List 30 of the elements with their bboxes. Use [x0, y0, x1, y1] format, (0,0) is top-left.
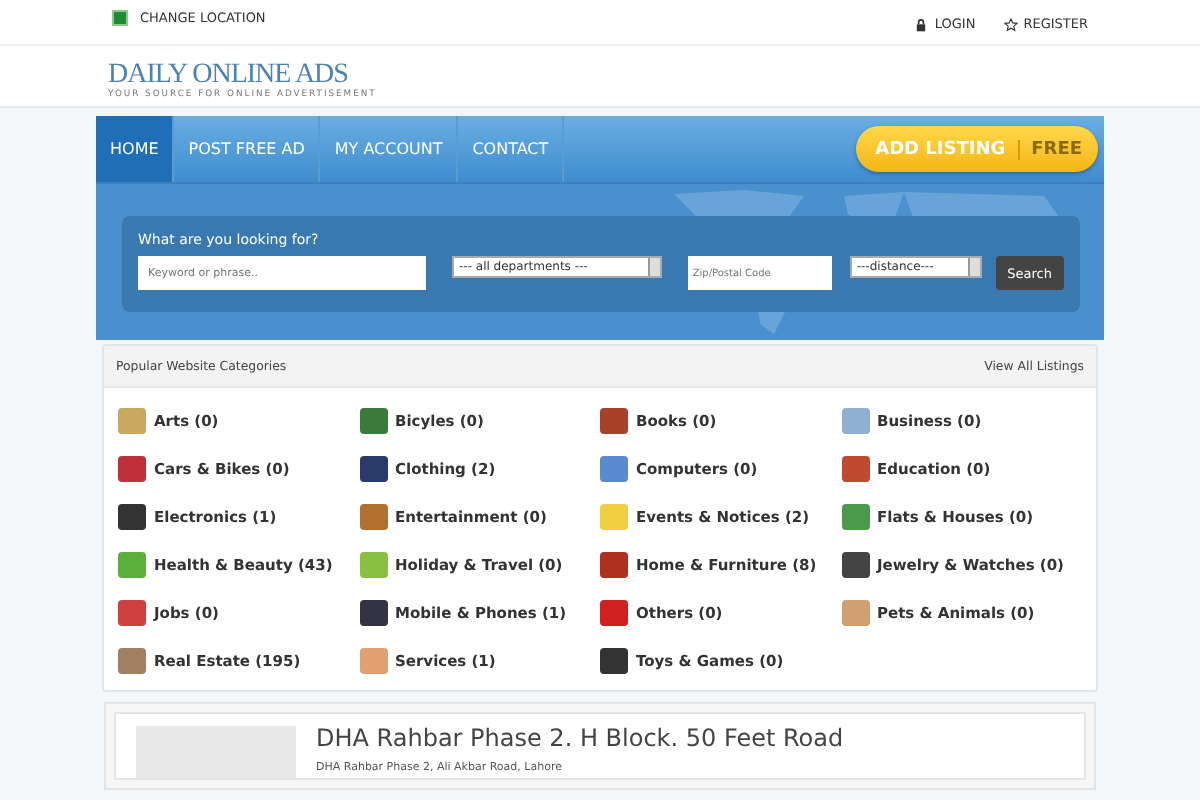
lock-icon — [914, 17, 929, 31]
category-icon — [359, 456, 387, 482]
category-icon — [600, 504, 628, 530]
category-icon — [600, 408, 628, 434]
category-icon — [118, 408, 146, 434]
category-icon — [118, 648, 146, 674]
category-icon — [841, 504, 869, 530]
category-icon — [600, 456, 628, 482]
category-icon — [359, 648, 387, 674]
category-icon — [359, 600, 387, 626]
category-icon — [118, 552, 146, 578]
category-icon — [841, 600, 869, 626]
category-icon — [600, 600, 628, 626]
site-logo[interactable]: DAILY ONLINE ADS — [108, 60, 348, 90]
category-icon — [841, 456, 869, 482]
category-icon — [359, 504, 387, 530]
nav-tab[interactable]: HOME — [96, 116, 175, 182]
category-icon — [118, 600, 146, 626]
category-icon — [841, 408, 869, 434]
listing-title[interactable]: DHA Rahbar Phase 2. H Block. 50 Feet Road — [316, 724, 844, 752]
category-icon — [841, 552, 869, 578]
category-icon — [118, 456, 146, 482]
star-icon — [1003, 17, 1018, 31]
free-badge: FREE — [1017, 139, 1082, 159]
flag-icon — [112, 10, 128, 26]
category-icon — [359, 408, 387, 434]
category-icon — [118, 504, 146, 530]
category-icon — [600, 552, 628, 578]
category-icon — [600, 648, 628, 674]
category-icon — [359, 552, 387, 578]
